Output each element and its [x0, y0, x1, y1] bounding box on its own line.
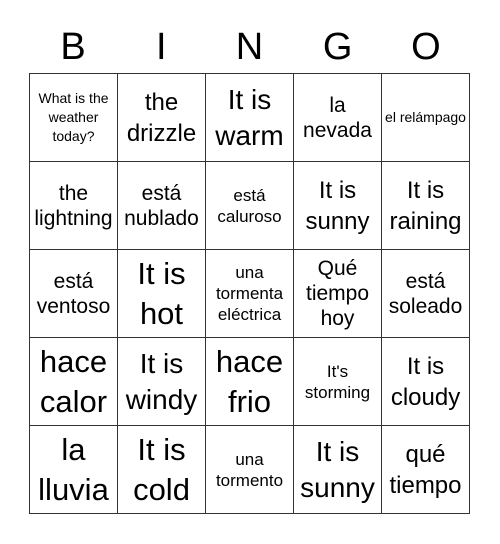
bingo-cell[interactable]: What is the weather today?	[30, 74, 118, 162]
cell-text: Qué tiempo hoy	[305, 257, 370, 330]
cell-text: What is the weather today?	[38, 90, 109, 144]
header-letter-g: G	[322, 26, 353, 68]
cell-text: hace calor	[39, 343, 108, 419]
cell-text: está nublado	[124, 181, 199, 230]
cell-text: está soleado	[388, 269, 463, 318]
cell-text: the drizzle	[126, 88, 197, 147]
bingo-cell[interactable]: la nevada	[294, 74, 382, 162]
bingo-cell[interactable]: está ventoso	[30, 250, 118, 338]
cell-text: It's storming	[304, 361, 371, 402]
header-letter-o: O	[411, 26, 441, 68]
bingo-cell[interactable]: está soleado	[382, 250, 470, 338]
cell-text: It is cloudy	[390, 352, 461, 411]
cell-text: the lightning	[34, 181, 113, 230]
bingo-cell[interactable]: It is warm	[206, 74, 294, 162]
cell-text: It is windy	[125, 347, 198, 415]
cell-text: el relámpago	[385, 109, 466, 125]
bingo-cell[interactable]: una tormenta eléctrica	[206, 250, 294, 338]
bingo-cell[interactable]: Qué tiempo hoy	[294, 250, 382, 338]
cell-text: una tormento	[215, 449, 284, 490]
bingo-cell[interactable]: It's storming	[294, 338, 382, 426]
header-letter-n: N	[235, 26, 264, 68]
cell-text: está ventoso	[36, 269, 111, 318]
cell-text: It is warm	[215, 83, 284, 151]
cell-text: It is cold	[133, 431, 190, 507]
bingo-cell[interactable]: It is windy	[118, 338, 206, 426]
bingo-cell[interactable]: It is sunny	[294, 426, 382, 514]
bingo-cell[interactable]: una tormento	[206, 426, 294, 514]
bingo-cell[interactable]: It is cold	[118, 426, 206, 514]
cell-text: It is sunny	[300, 435, 375, 503]
bingo-cell[interactable]: the drizzle	[118, 74, 206, 162]
cell-text: qué tiempo	[389, 440, 462, 499]
cell-text: It is sunny	[305, 176, 370, 235]
bingo-cell[interactable]: el relámpago	[382, 74, 470, 162]
bingo-cell[interactable]: It is cloudy	[382, 338, 470, 426]
bingo-header: B I N G O	[29, 22, 470, 72]
cell-text: It is raining	[389, 176, 462, 235]
bingo-cell[interactable]: qué tiempo	[382, 426, 470, 514]
header-letter-b: B	[60, 26, 86, 68]
bingo-cell[interactable]: It is sunny	[294, 162, 382, 250]
cell-text: una tormenta eléctrica	[215, 263, 284, 324]
cell-text: la lluvia	[38, 431, 109, 507]
bingo-cell[interactable]: It is hot	[118, 250, 206, 338]
cell-text: hace frio	[215, 343, 284, 419]
cell-text: la nevada	[303, 93, 372, 142]
bingo-cell[interactable]: está caluroso	[206, 162, 294, 250]
bingo-cell[interactable]: la lluvia	[30, 426, 118, 514]
bingo-cell[interactable]: It is raining	[382, 162, 470, 250]
bingo-cell[interactable]: the lightning	[30, 162, 118, 250]
cell-text: It is hot	[137, 255, 186, 331]
bingo-cell[interactable]: está nublado	[118, 162, 206, 250]
cell-text: está caluroso	[217, 185, 282, 226]
bingo-cell[interactable]: hace calor	[30, 338, 118, 426]
bingo-grid: What is the weather today? the drizzle I…	[29, 73, 470, 514]
bingo-cell[interactable]: hace frio	[206, 338, 294, 426]
header-letter-i: I	[156, 26, 167, 68]
